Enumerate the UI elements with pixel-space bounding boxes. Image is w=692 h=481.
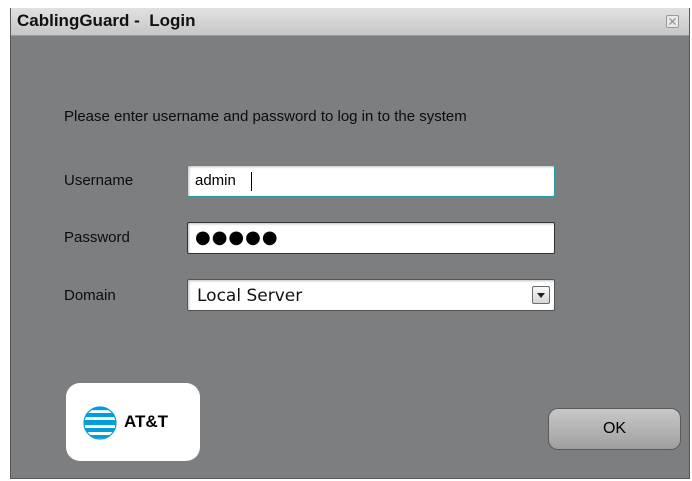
login-prompt: Please enter username and password to lo… — [64, 108, 467, 125]
username-value: admin — [195, 172, 236, 189]
ok-button[interactable]: OK — [548, 408, 681, 450]
password-label: Password — [64, 229, 130, 246]
logo-text: AT&T — [124, 412, 169, 431]
window-title: CablingGuard - Login — [17, 11, 196, 30]
username-label: Username — [64, 172, 134, 189]
chevron-down-icon[interactable] — [532, 286, 550, 304]
domain-select[interactable]: Local Server — [187, 279, 555, 311]
domain-label: Domain — [64, 287, 116, 304]
title-bar[interactable]: CablingGuard - Login — [11, 8, 689, 36]
login-window: CablingGuard - Login Please enter userna… — [10, 8, 690, 479]
password-masked-value: ●●●●● — [195, 227, 279, 248]
username-field[interactable]: admin — [187, 165, 555, 197]
password-field[interactable]: ●●●●● — [187, 222, 555, 254]
close-icon[interactable] — [666, 15, 679, 28]
att-logo: AT&T — [66, 383, 200, 461]
text-caret — [251, 172, 252, 191]
att-globe-icon — [83, 406, 117, 440]
domain-selected-value: Local Server — [197, 286, 303, 306]
